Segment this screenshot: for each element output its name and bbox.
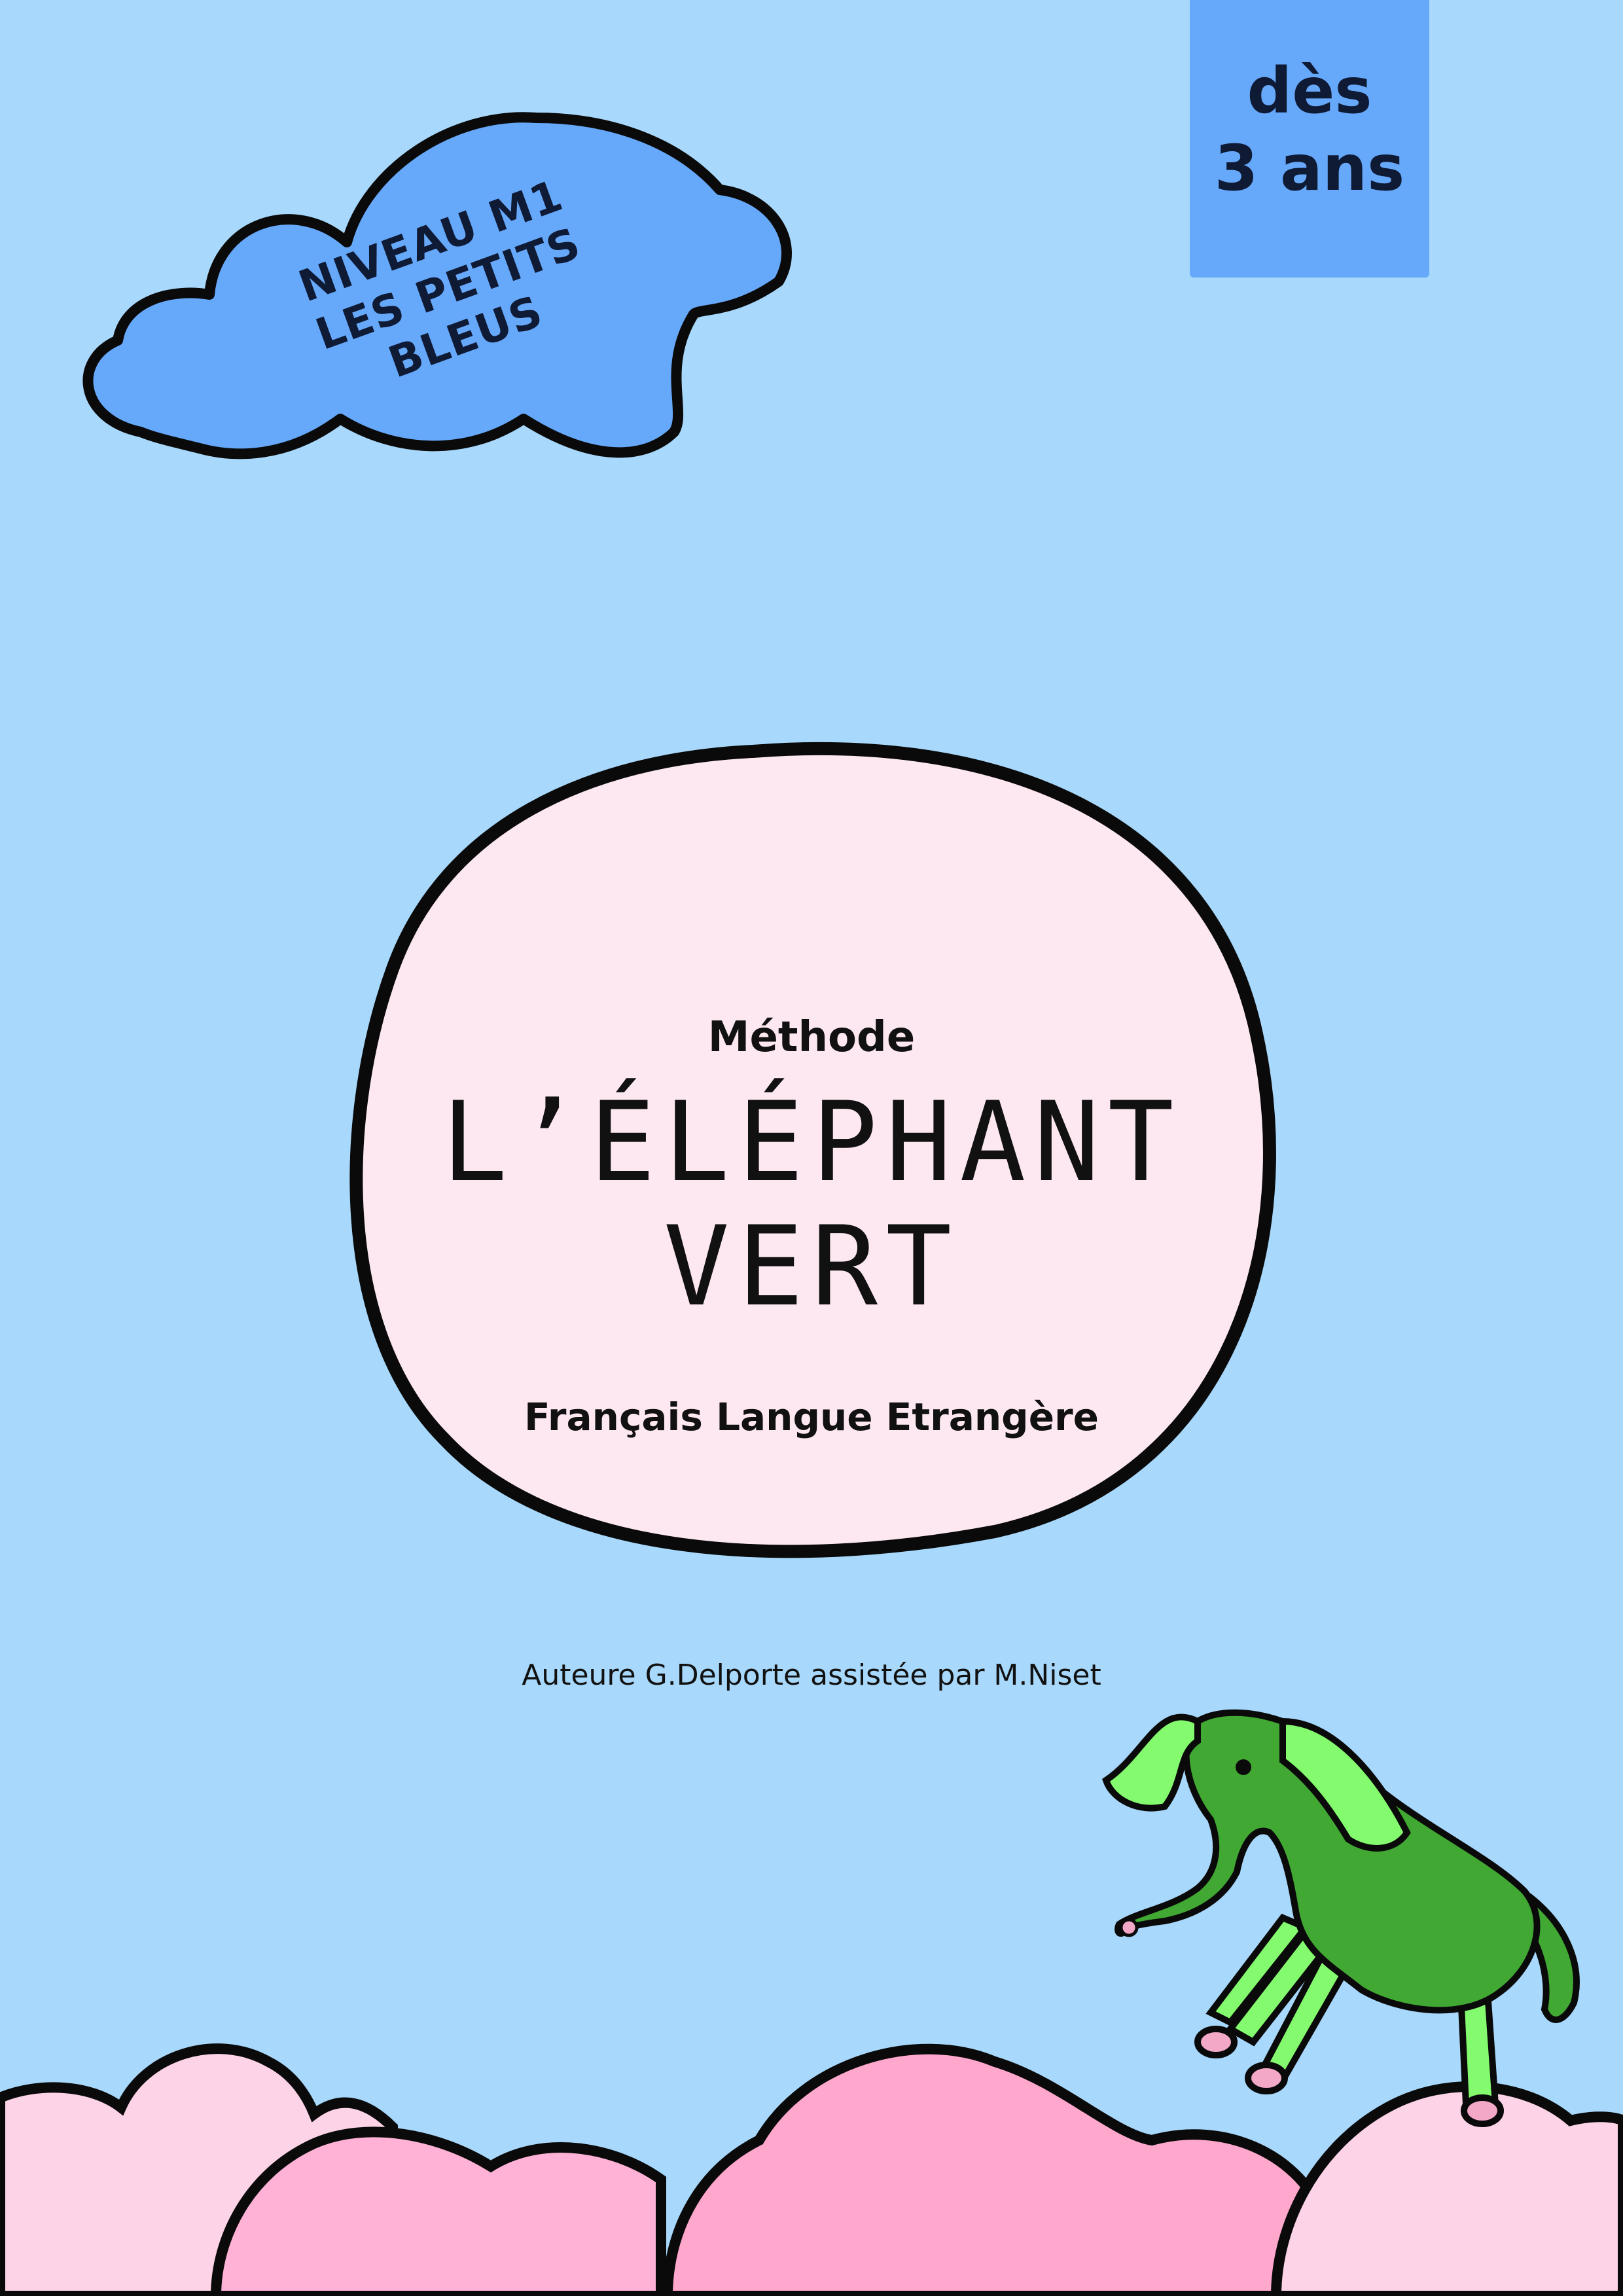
method-label: Méthode [707,1013,916,1062]
age-badge: dès 3 ans [1190,0,1429,278]
elephant-foot-3 [1461,2094,1504,2127]
elephant-eye [1236,1759,1251,1775]
title-block: Méthode L’ÉLÉPHANT VERT Français Langue … [347,1008,1276,1443]
elephant-trunk-tip [1119,1918,1139,1937]
pink-cloud-left-front [210,2126,666,2296]
elephant-foot-1 [1194,2026,1238,2058]
author-credit: Auteure G.Delporte assistée par M.Niset [522,1659,1101,1692]
book-title: L’ÉLÉPHANT VERT [441,1078,1182,1331]
elephant-illustration [1102,1709,1580,2127]
pink-cloud-right [1270,2081,1623,2296]
age-badge-line1: dès [1247,54,1372,128]
age-badge-line2: 3 ans [1214,132,1405,205]
elephant-foot-2 [1245,2062,1288,2094]
book-subtitle: Français Langue Etrangère [524,1395,1099,1439]
elephant-ear-left [1102,1713,1201,1812]
